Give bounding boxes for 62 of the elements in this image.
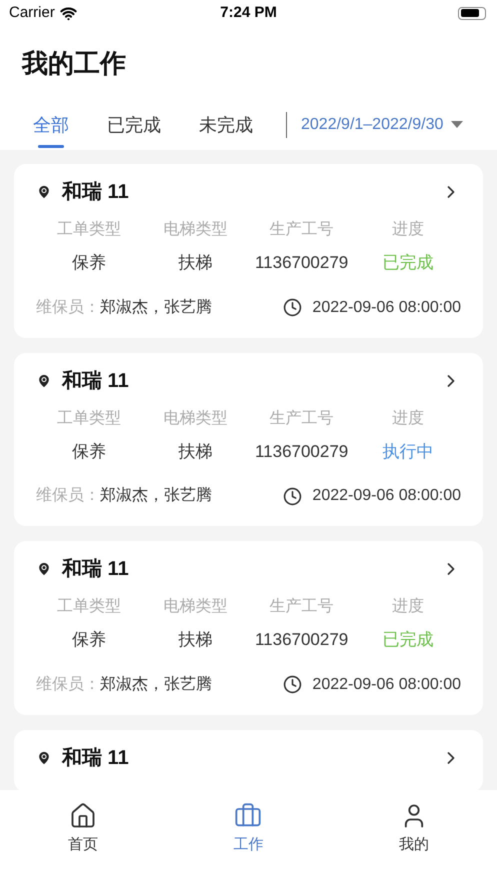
field-value: 扶梯 [177, 252, 214, 274]
home-icon [68, 802, 97, 830]
field-label: 工单类型 [56, 408, 122, 428]
clock-icon [283, 486, 302, 506]
staff-label: 维保员： [36, 486, 100, 506]
field-value: 保养 [71, 629, 108, 651]
field-value: 1136700279 [254, 629, 350, 651]
field-label: 生产工号 [268, 596, 335, 617]
field-label: 工单类型 [56, 596, 122, 617]
progress-status: 执行中 [381, 440, 434, 462]
status-time: 7:24 PM [220, 2, 277, 23]
field-label: 工单类型 [56, 220, 122, 240]
staff-names: 郑淑杰，张艺腾 [100, 298, 213, 318]
filter-tab[interactable]: 已完成 [88, 100, 180, 150]
filter-tab[interactable]: 全部 [14, 100, 88, 150]
card-background[interactable]: 和瑞 11 工单类型 电梯类型 生产工号 进度 保养 扶梯 1136700279 已完成 维保员：郑淑杰，张艺腾 2022-09-06 08:00:00 [14, 541, 483, 714]
progress-status: 已完成 [381, 629, 434, 651]
page-title: 我的工作 [22, 46, 126, 80]
tab-bar-item[interactable]: 工作 [166, 802, 332, 856]
field-value: 保养 [71, 252, 108, 274]
staff-label: 维保员： [36, 298, 100, 318]
card-background[interactable]: 和瑞 11 工单类型 电梯类型 生产工号 进度 保养 扶梯 1136700279 已完成 维保员：郑淑杰，张艺腾 2022-09-06 08:00:00 [14, 164, 483, 338]
staff-names: 郑淑杰，张艺腾 [100, 674, 213, 694]
field-label: 进度 [390, 408, 425, 428]
field-label: 生产工号 [268, 220, 335, 240]
battery-icon [458, 6, 486, 20]
filter-tab[interactable]: 未完成 [180, 100, 272, 150]
tab-bar-item[interactable]: 首页 [0, 802, 166, 856]
field-label: 电梯类型 [162, 596, 228, 617]
field-value: 保养 [71, 440, 108, 462]
date-range-dropdown[interactable]: 2022/9/1–2022/9/30 [301, 113, 464, 137]
field-label: 电梯类型 [162, 408, 228, 428]
scheduled-time: 2022-09-06 08:00:00 [312, 486, 461, 506]
field-value: 扶梯 [177, 629, 214, 651]
field-label: 进度 [390, 596, 425, 617]
site-name: 和瑞 11 [62, 368, 130, 394]
site-name: 和瑞 11 [62, 557, 130, 582]
site-name: 和瑞 11 [62, 180, 130, 205]
site-name: 和瑞 11 [62, 746, 130, 770]
staff-names: 郑淑杰，张艺腾 [100, 486, 213, 506]
clock-icon [283, 675, 302, 694]
card-background[interactable]: 和瑞 11 工单类型 电梯类型 生产工号 进度 保养 扶梯 1136700279 执行中 维保员：郑淑杰，张艺腾 2022-09-06 08:00:00 [14, 352, 483, 526]
scheduled-time: 2022-09-06 08:00:00 [312, 298, 461, 318]
caret-down-icon [451, 121, 464, 129]
tab-bar-item[interactable]: 我的 [331, 802, 497, 856]
card-background[interactable]: 和瑞 11 [14, 730, 483, 790]
location-pin-icon [36, 750, 52, 766]
wifi-icon [60, 4, 77, 22]
field-value: 1136700279 [254, 440, 350, 462]
location-pin-icon [36, 372, 52, 388]
clock-icon [283, 298, 302, 317]
staff-label: 维保员： [36, 674, 100, 694]
field-value: 扶梯 [177, 440, 214, 462]
field-value: 1136700279 [254, 252, 350, 274]
field-label: 进度 [390, 220, 425, 240]
scheduled-time: 2022-09-06 08:00:00 [312, 674, 461, 694]
field-label: 电梯类型 [162, 220, 228, 240]
location-pin-icon [36, 561, 52, 577]
location-pin-icon [36, 184, 52, 200]
carrier-label: Carrier [9, 2, 55, 23]
progress-status: 已完成 [381, 252, 434, 274]
field-label: 生产工号 [268, 408, 335, 428]
